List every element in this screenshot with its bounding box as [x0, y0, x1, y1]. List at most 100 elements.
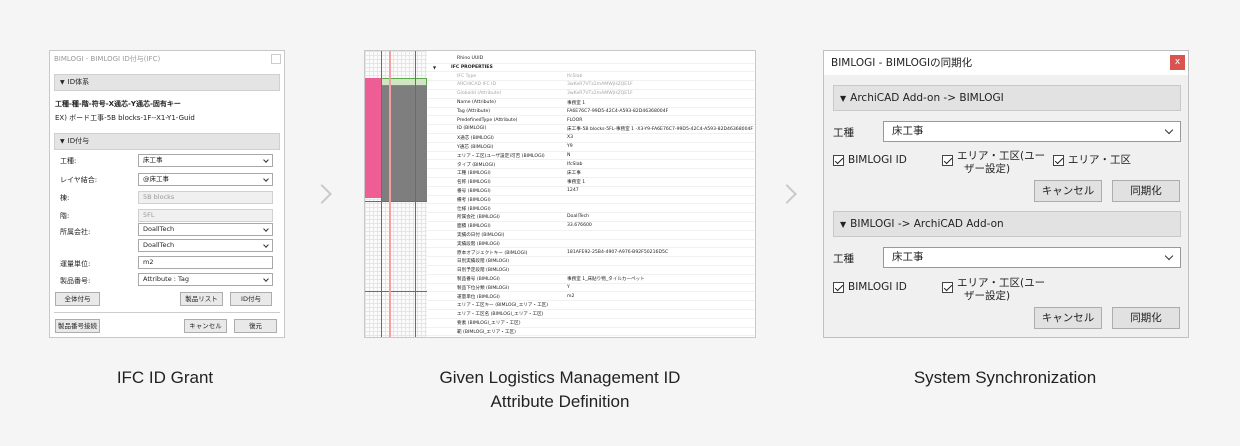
grant-all-button[interactable]: 全体付与 — [55, 292, 100, 306]
checkbox-checked-icon — [942, 282, 953, 293]
property-row[interactable]: エリア・工区キー (BIMLOGI_エリア・工区) — [427, 301, 755, 310]
property-value: 床工事-5B blocks-5FL-事務室 1 -X3-Y9-FA6E76C7-… — [567, 127, 754, 133]
properties-panel: Rhino UUID ▼ IFC PROPERTIES IFC Type IfcSlab… — [427, 51, 755, 337]
property-row[interactable]: 工種 (BIMLOGI) 床工事 — [427, 169, 755, 178]
trade-select[interactable]: 床工事 — [138, 154, 273, 167]
property-row[interactable]: 実績の日付 (BIMLOGI) — [427, 231, 755, 240]
property-name: 製品番号 (BIMLOGI) — [457, 277, 500, 282]
trade-select[interactable]: 床工事 — [883, 247, 1181, 268]
checkbox-checked-icon — [1053, 155, 1064, 166]
property-value: 33.676600 — [567, 223, 592, 229]
checkbox-label-line2: ザー設定) — [964, 163, 1011, 175]
property-row[interactable]: 要素 (BIMLOGI_エリア・工区) — [427, 319, 755, 328]
property-row[interactable]: Y通芯 (BIMLOGI) Y9 — [427, 143, 755, 152]
property-row[interactable]: ID (BIMLOGI) 床工事-5B blocks-5FL-事務室 1 -X3-… — [427, 125, 755, 134]
property-row[interactable]: Tag (Attribute) FA6E76C7-99D5-42C4-A593-8… — [427, 108, 755, 117]
property-value: IfcSlab — [567, 161, 583, 167]
property-name: 備考 (BIMLOGI) — [457, 197, 491, 203]
property-row[interactable]: 製品下位分類 (BIMLOGI) Y — [427, 284, 755, 293]
property-value: IfcSlab — [567, 73, 583, 79]
property-row[interactable]: エリア・工区名 (BIMLOGI_エリア・工区) — [427, 310, 755, 319]
property-value: 事務室 1 — [567, 101, 586, 106]
property-row[interactable]: 範 (BIMLOGI_エリア・工区) — [427, 328, 755, 337]
grant-id-button[interactable]: ID付与 — [230, 292, 272, 306]
cancel-button[interactable]: キャンセル — [1034, 307, 1102, 329]
property-name: 運量単位 (BIMLOGI) — [457, 294, 500, 300]
slab-region-pink — [365, 78, 381, 198]
cad-plan-view[interactable] — [365, 51, 427, 337]
close-icon[interactable] — [271, 54, 281, 64]
property-value: 181AFE92-25B4-4907-A976-B92F50216D5C — [567, 249, 669, 255]
property-value: FA6E76C7-99D5-42C4-A593-82D46368004F — [567, 108, 669, 114]
gridline — [415, 51, 416, 337]
property-row[interactable]: ARCHICAD IFC ID 3wKeR7VTz2mAMWjHZQE1F — [427, 81, 755, 90]
property-row[interactable]: Rhino UUID — [427, 55, 755, 64]
property-name: PredefinedType (Attribute) — [457, 117, 518, 123]
property-name: IFC Type — [457, 73, 477, 79]
company-sub-select[interactable]: DoallTech — [138, 239, 273, 252]
trade-label: 工種: — [60, 157, 77, 165]
dialog-titlebar: BIMLOGI - BIMLOGIの同期化 — [824, 51, 1188, 75]
property-row[interactable]: 備考 (BIMLOGI) — [427, 196, 755, 205]
property-row[interactable]: 番号 (BIMLOGI) 1247 — [427, 187, 755, 196]
product-list-button[interactable]: 製品リスト — [180, 292, 223, 306]
company-select[interactable]: DoallTech — [138, 223, 273, 236]
property-row[interactable]: 実績段階 (BIMLOGI) — [427, 240, 755, 249]
property-value: 3wKeR7VTz2mAMWjHZQE1F — [567, 82, 633, 88]
floor-field: 5FL — [138, 209, 273, 222]
checkbox-checked-icon — [833, 282, 844, 293]
sync-dialog: BIMLOGI - BIMLOGIの同期化 x ▼ ArchiCAD Add-on… — [823, 50, 1189, 338]
property-row[interactable]: 日別実績段階 (BIMLOGI) — [427, 257, 755, 266]
sync-button[interactable]: 同期化 — [1112, 180, 1180, 202]
property-name: 実績の日付 (BIMLOGI) — [457, 233, 505, 238]
property-row[interactable]: ▼ IFC PROPERTIES — [427, 64, 755, 73]
property-row[interactable]: 仕様 (BIMLOGI) — [427, 205, 755, 214]
section-bimlogi-to-archicad[interactable]: ▼ BIMLOGI -> ArchiCAD Add-on — [833, 211, 1181, 237]
product-number-label: 製品番号: — [60, 277, 91, 285]
product-number-select[interactable]: Attribute : Tag — [138, 273, 273, 286]
property-row[interactable]: 原本オブジェクトキー (BIMLOGI) 181AFE92-25B4-4907-A… — [427, 249, 755, 258]
property-value: Y — [567, 284, 570, 290]
cancel-button[interactable]: キャンセル — [1034, 180, 1102, 202]
property-value: FLOOR — [567, 117, 583, 123]
property-row[interactable]: PredefinedType (Attribute) FLOOR — [427, 117, 755, 126]
layer-combine-select[interactable]: @床工事 — [138, 173, 273, 186]
property-row[interactable]: X通芯 (BIMLOGI) X3 — [427, 134, 755, 143]
property-row[interactable]: Name (Attribute) 事務室 1 — [427, 99, 755, 108]
collapse-triangle-icon: ▼ — [60, 79, 65, 86]
property-row[interactable]: 名称 (BIMLOGI) 事務室 1 — [427, 178, 755, 187]
property-value: 事務室 1 — [567, 180, 586, 186]
section-archicad-to-bimlogi[interactable]: ▼ ArchiCAD Add-on -> BIMLOGI — [833, 85, 1181, 111]
sync-button[interactable]: 同期化 — [1112, 307, 1180, 329]
checkbox-label: エリア・工区(ユー — [957, 277, 1046, 289]
trade-select[interactable]: 床工事 — [883, 121, 1181, 142]
property-row[interactable]: IFC Type IfcSlab — [427, 73, 755, 82]
property-name: 要素 (BIMLOGI_エリア・工区) — [457, 321, 521, 326]
divider — [54, 312, 280, 313]
ifc-id-grant-dialog: BIMLOGI - BIMLOGI ID付与(IFC) ▼ ID体系 工種-種-階… — [49, 50, 285, 338]
checkbox-label: エリア・工区(ユー — [957, 150, 1046, 162]
property-row[interactable]: 面積 (BIMLOGI) 33.676600 — [427, 222, 755, 231]
property-row[interactable]: 運量単位 (BIMLOGI) m2 — [427, 293, 755, 302]
property-row[interactable]: 日別予定段階 (BIMLOGI) — [427, 266, 755, 275]
grid-region — [365, 201, 427, 331]
section-id-grant[interactable]: ▼ ID付与 — [54, 133, 280, 150]
unit-input[interactable]: m2 — [138, 256, 273, 269]
building-field: 5B blocks — [138, 191, 273, 204]
property-row[interactable]: エリア・工区(ユーザ設定)可否 (BIMLOGI) N — [427, 152, 755, 161]
close-icon[interactable]: x — [1170, 55, 1185, 70]
property-row[interactable]: 製品番号 (BIMLOGI) 事務室 1_床貼り物_タイルカーペット — [427, 275, 755, 284]
cancel-button[interactable]: キャンセル — [184, 319, 227, 333]
checkbox-checked-icon — [942, 155, 953, 166]
property-row[interactable]: タイプ (BIMLOGI) IfcSlab — [427, 161, 755, 170]
restore-button[interactable]: 復元 — [234, 319, 277, 333]
chevron-right-icon — [777, 184, 797, 204]
property-name: ID (BIMLOGI) — [457, 126, 487, 132]
link-product-number-button[interactable]: 製品番号接続 — [55, 319, 100, 333]
chevron-right-icon — [312, 184, 332, 204]
checkbox-label: エリア・工区 — [1068, 154, 1131, 166]
property-row[interactable]: GlobalId (Attribute) 3wKeR7VTz2mAMWjHZQE1… — [427, 90, 755, 99]
section-id-system[interactable]: ▼ ID体系 — [54, 74, 280, 91]
property-row[interactable]: 所属会社 (BIMLOGI) DoallTech — [427, 213, 755, 222]
property-name: 製品下位分類 (BIMLOGI) — [457, 285, 510, 291]
